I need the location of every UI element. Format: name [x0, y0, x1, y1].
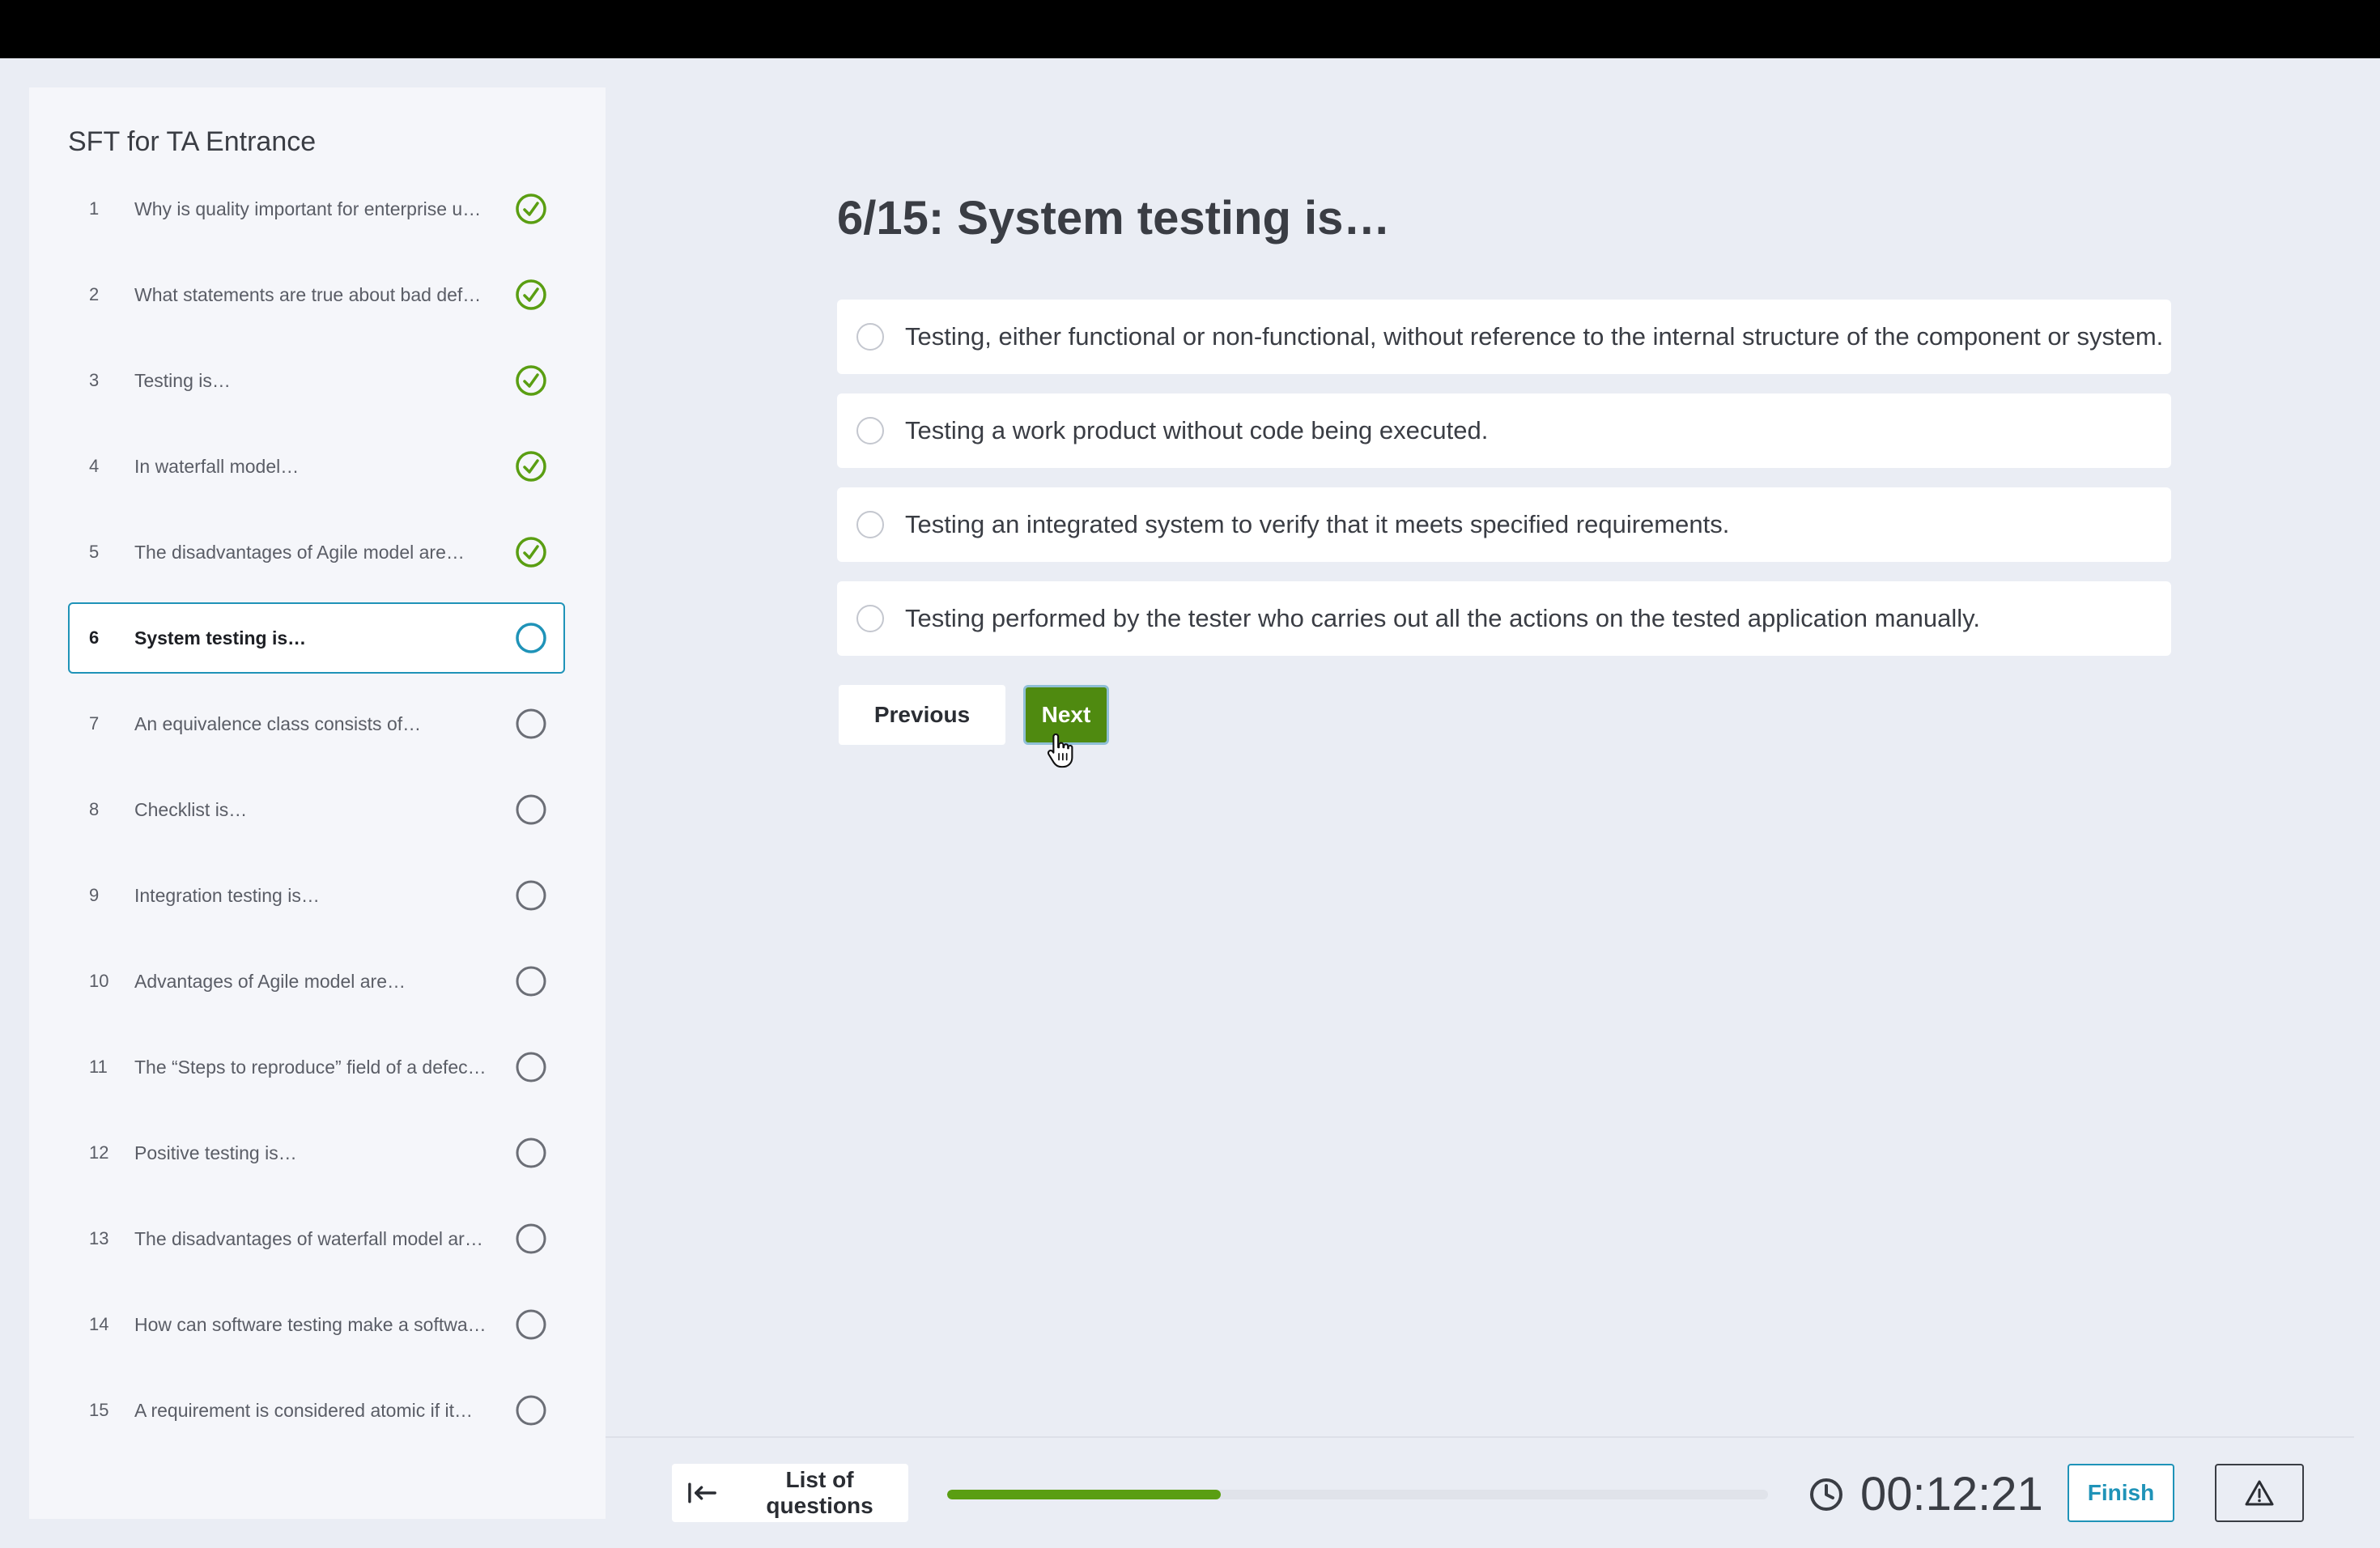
- timer: 00:12:21: [1808, 1467, 2043, 1521]
- question-list-item[interactable]: 7 An equivalence class consists of…: [68, 688, 565, 759]
- question-number: 8: [89, 799, 100, 819]
- progress-bar-fill: [947, 1490, 1221, 1499]
- progress-bar: [947, 1490, 1768, 1499]
- circle-outline-icon: [516, 708, 546, 739]
- circle-outline-icon: [516, 1309, 546, 1340]
- question-summary: Advantages of Agile model are…: [134, 970, 406, 992]
- question-list-item[interactable]: 5 The disadvantages of Agile model are…: [68, 517, 565, 588]
- finish-button[interactable]: Finish: [2068, 1464, 2174, 1522]
- check-circle-icon: [516, 537, 546, 568]
- check-circle-icon: [516, 365, 546, 396]
- question-summary: An equivalence class consists of…: [134, 712, 422, 734]
- question-summary: System testing is…: [134, 627, 307, 649]
- answer-option[interactable]: Testing an integrated system to verify t…: [837, 487, 2171, 562]
- answer-option[interactable]: Testing, either functional or non-functi…: [837, 300, 2171, 374]
- answer-text: Testing a work product without code bein…: [905, 416, 1489, 444]
- question-number: 9: [89, 885, 100, 905]
- footer-divider: [606, 1436, 2354, 1438]
- circle-outline-icon: [516, 966, 546, 997]
- previous-button[interactable]: Previous: [839, 685, 1005, 745]
- question-number: 12: [89, 1142, 109, 1163]
- question-summary: Positive testing is…: [134, 1142, 297, 1163]
- question-summary: Why is quality important for enterprise …: [134, 198, 482, 219]
- question-summary: A requirement is considered atomic if it…: [134, 1399, 474, 1421]
- clock-icon: [1810, 1478, 1842, 1511]
- question-list-item[interactable]: 9 Integration testing is…: [68, 860, 565, 931]
- question-list-item[interactable]: 14 How can software testing make a softwa…: [68, 1289, 565, 1360]
- circle-outline-icon: [516, 1138, 546, 1168]
- circle-outline-icon: [516, 794, 546, 825]
- list-of-questions-button[interactable]: List of questions: [672, 1464, 908, 1522]
- question-summary: The disadvantages of waterfall model ar…: [134, 1227, 483, 1249]
- answer-radio[interactable]: [856, 323, 884, 351]
- question-summary: The “Steps to reproduce” field of a defe…: [134, 1056, 487, 1078]
- question-summary: Testing is…: [134, 369, 231, 391]
- question-summary: How can software testing make a softwar…: [134, 1313, 491, 1335]
- hand-pointer-icon: [1047, 733, 1073, 768]
- question-summary: In waterfall model…: [134, 455, 300, 477]
- question-summary: What statements are true about bad defe…: [134, 283, 491, 305]
- answer-radio[interactable]: [856, 605, 884, 632]
- question-title: 6/15: System testing is…: [837, 192, 1391, 245]
- question-list-item[interactable]: 4 In waterfall model…: [68, 431, 565, 502]
- question-list-item[interactable]: 15 A requirement is considered atomic if …: [68, 1375, 565, 1446]
- question-list: 1 Why is quality important for enterprise…: [68, 173, 565, 1461]
- check-circle-icon: [516, 279, 546, 310]
- answer-radio[interactable]: [856, 417, 884, 444]
- question-list-item[interactable]: 13 The disadvantages of waterfall model a…: [68, 1203, 565, 1274]
- question-summary: Integration testing is…: [134, 884, 320, 906]
- question-summary: The disadvantages of Agile model are…: [134, 541, 465, 563]
- answer-text: Testing an integrated system to verify t…: [905, 510, 1730, 538]
- question-number: 2: [89, 284, 100, 304]
- question-list-item[interactable]: 12 Positive testing is…: [68, 1117, 565, 1189]
- question-number: 13: [89, 1228, 109, 1248]
- answer-option[interactable]: Testing a work product without code bein…: [837, 393, 2171, 468]
- question-list-item[interactable]: 6 System testing is…: [68, 602, 565, 674]
- question-number: 3: [89, 370, 100, 390]
- question-number: 10: [89, 971, 109, 991]
- question-number: 6: [89, 627, 100, 648]
- timer-value: 00:12:21: [1860, 1468, 2043, 1520]
- check-circle-icon: [516, 451, 546, 482]
- circle-outline-icon: [516, 1052, 546, 1082]
- answer-radio[interactable]: [856, 511, 884, 538]
- circle-outline-icon: [516, 1395, 546, 1426]
- question-number: 4: [89, 456, 100, 476]
- question-list-item[interactable]: 10 Advantages of Agile model are…: [68, 946, 565, 1017]
- question-number: 11: [89, 1057, 108, 1077]
- collapse-left-icon: [688, 1482, 716, 1503]
- question-list-item[interactable]: 11 The “Steps to reproduce” field of a de…: [68, 1031, 565, 1103]
- check-circle-icon: [516, 194, 546, 224]
- question-list-item[interactable]: 3 Testing is…: [68, 345, 565, 416]
- question-sidebar: SFT for TA Entrance 1 Why is quality impo…: [29, 87, 606, 1519]
- circle-outline-icon: [516, 623, 546, 653]
- question-summary: Checklist is…: [134, 798, 248, 820]
- question-list-item[interactable]: 1 Why is quality important for enterprise…: [68, 173, 565, 245]
- list-of-questions-label: List of questions: [766, 1467, 873, 1518]
- report-problem-button[interactable]: [2215, 1464, 2304, 1522]
- question-number: 1: [89, 198, 100, 219]
- question-number: 7: [89, 713, 100, 734]
- quiz-title: SFT for TA Entrance: [68, 126, 317, 157]
- circle-outline-icon: [516, 1223, 546, 1254]
- warning-icon: [2245, 1480, 2274, 1506]
- question-list-item[interactable]: 2 What statements are true about bad defe…: [68, 259, 565, 330]
- question-number: 15: [89, 1400, 109, 1420]
- question-number: 5: [89, 542, 100, 562]
- top-bar: [0, 0, 2380, 58]
- question-list-item[interactable]: 8 Checklist is…: [68, 774, 565, 845]
- answer-option[interactable]: Testing performed by the tester who carr…: [837, 581, 2171, 656]
- answer-options: Testing, either functional or non-functi…: [837, 300, 2171, 675]
- circle-outline-icon: [516, 880, 546, 911]
- question-number: 14: [89, 1314, 109, 1334]
- answer-text: Testing, either functional or non-functi…: [905, 322, 2164, 351]
- answer-text: Testing performed by the tester who carr…: [905, 604, 1980, 632]
